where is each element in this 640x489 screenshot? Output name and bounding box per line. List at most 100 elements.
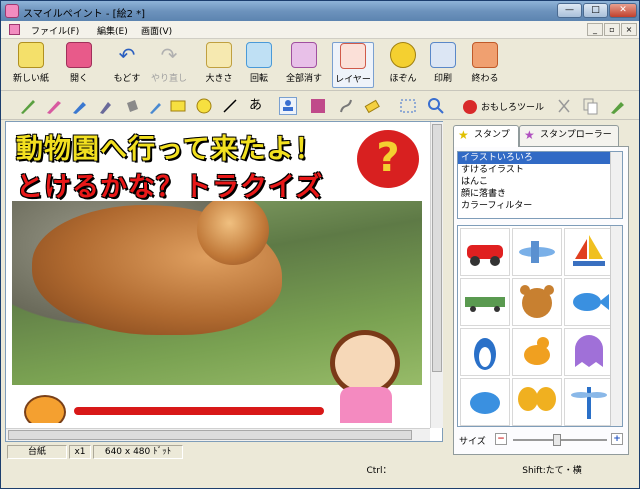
status-layer: 台紙 [7, 445, 67, 459]
undo-icon: ↶ [118, 43, 136, 67]
stamp-grid[interactable] [457, 225, 623, 427]
stamp-bluebird[interactable] [460, 378, 510, 426]
tab-stamp-roller[interactable]: ★ スタンプローラー [519, 125, 619, 146]
stamp-fish[interactable] [564, 278, 614, 326]
select-icon[interactable] [399, 97, 417, 115]
drawing-canvas[interactable]: 動物園へ行って来たよ！ とけるかな？トラクイズ ? [12, 125, 422, 423]
marker-icon[interactable] [71, 97, 89, 115]
picture-stamp-icon[interactable] [309, 97, 327, 115]
tiger-stamp [24, 395, 66, 423]
resize-icon [206, 42, 232, 68]
list-scrollbar[interactable] [610, 152, 622, 218]
app-icon [5, 4, 19, 18]
zoom-icon[interactable] [427, 97, 445, 115]
grid-scrollbar[interactable] [610, 226, 622, 426]
menu-edit[interactable]: 編集(E) [97, 24, 128, 37]
clear-all-button[interactable]: 全部消す [281, 42, 327, 88]
scroll-thumb[interactable] [432, 124, 442, 372]
list-item[interactable]: 顔に落書き [458, 188, 622, 200]
maximize-button[interactable]: □ [583, 3, 608, 18]
scroll-thumb[interactable] [8, 430, 412, 440]
tab-stamp[interactable]: ★ スタンプ [453, 125, 519, 147]
open-icon [66, 42, 92, 68]
layer-button[interactable]: レイヤー [332, 42, 374, 88]
rectangle-icon[interactable] [169, 97, 187, 115]
star-icon: ★ [458, 128, 469, 142]
menu-file[interactable]: ファイル(F) [31, 24, 79, 37]
status-shift: Shift:たて・横 [522, 466, 582, 476]
stamp-bear[interactable] [512, 278, 562, 326]
star-icon: ★ [524, 128, 535, 142]
status-ctrl: Ctrl： [366, 466, 392, 476]
app-window: スマイルペイント - [絵2 *] — □ ✕ ファイル(F) 編集(E) 画面… [0, 0, 640, 489]
category-list[interactable]: イラストいろいろ すけるイラスト はんこ 顔に落書き カラーフィルター [457, 151, 623, 219]
clear-all-icon [291, 42, 317, 68]
save-icon [390, 42, 416, 68]
fun-tool-button[interactable]: おもしろツール [481, 100, 544, 113]
tiger-head [197, 195, 269, 265]
ellipse-icon[interactable] [195, 97, 213, 115]
stamp-tool-icon[interactable] [279, 97, 297, 115]
text-tool-icon[interactable]: あ [249, 97, 267, 115]
mdi-restore-button[interactable]: ▫ [604, 23, 620, 36]
spray-icon[interactable] [97, 97, 115, 115]
save-button[interactable]: ほぞん [385, 42, 421, 88]
apple-icon [461, 97, 479, 115]
red-crayon-line [74, 407, 324, 415]
list-item[interactable]: カラーフィルター [458, 200, 622, 212]
stamp-orange-bird[interactable] [512, 328, 562, 376]
rotate-icon [246, 42, 272, 68]
stamp-train[interactable] [460, 278, 510, 326]
vertical-scrollbar[interactable] [430, 122, 443, 428]
main-toolbar: 新しい紙 開く ↶ もどす ↷ やり直し 大きさ 回転 全部消す レイヤー ほぞん … [1, 39, 639, 91]
rotate-button[interactable]: 回転 [241, 42, 277, 88]
paste-icon[interactable] [609, 97, 627, 115]
stamp-ghost[interactable] [564, 328, 614, 376]
cut-icon[interactable] [555, 97, 573, 115]
new-paper-button[interactable]: 新しい紙 [11, 42, 51, 88]
print-button[interactable]: 印刷 [425, 42, 461, 88]
stamp-car[interactable] [460, 228, 510, 276]
stamp-penguin[interactable] [460, 328, 510, 376]
menu-bar: ファイル(F) 編集(E) 画面(V) _ ▫ × [1, 21, 639, 39]
status-bar: 台紙 x1 640 x 480 ﾄﾞｯﾄ Ctrl： Shift:たて・横 [1, 441, 640, 489]
title-line-1: 動物園へ行って来たよ！ [16, 134, 323, 165]
girl-dress-stamp [340, 387, 392, 423]
minimize-button[interactable]: — [557, 3, 582, 18]
open-button[interactable]: 開く [59, 42, 99, 88]
print-icon [430, 42, 456, 68]
pencil-icon[interactable] [19, 97, 37, 115]
status-zoom: x1 [69, 445, 91, 459]
brush-icon[interactable] [45, 97, 63, 115]
horizontal-scrollbar[interactable] [6, 428, 430, 441]
mdi-close-button[interactable]: × [621, 23, 637, 36]
stamp-butterfly[interactable] [512, 378, 562, 426]
question-bubble: ? [357, 130, 419, 188]
list-item[interactable]: はんこ [458, 176, 622, 188]
list-item[interactable]: イラストいろいろ [458, 152, 622, 164]
fill-bucket-icon[interactable] [123, 97, 141, 115]
eraser-icon[interactable] [363, 97, 381, 115]
list-item[interactable]: すけるイラスト [458, 164, 622, 176]
mdi-minimize-button[interactable]: _ [587, 23, 603, 36]
copy-icon[interactable] [581, 97, 599, 115]
eyedropper-icon[interactable] [147, 97, 165, 115]
stamp-airplane[interactable] [512, 228, 562, 276]
title-line-2: とけるかな？トラクイズ [16, 172, 324, 203]
close-button[interactable]: ✕ [609, 3, 637, 18]
exit-button[interactable]: 終わる [467, 42, 503, 88]
exit-icon [472, 42, 498, 68]
line-icon[interactable] [221, 97, 239, 115]
layer-icon [340, 43, 366, 69]
menu-view[interactable]: 画面(V) [141, 24, 172, 37]
stamp-dragonfly[interactable] [564, 378, 614, 426]
smudge-icon[interactable] [337, 97, 355, 115]
stamp-sailboat[interactable] [564, 228, 614, 276]
new-paper-icon [18, 42, 44, 68]
title-bar[interactable]: スマイルペイント - [絵2 *] — □ ✕ [1, 1, 639, 21]
redo-button[interactable]: ↷ やり直し [149, 42, 189, 88]
undo-button[interactable]: ↶ もどす [105, 42, 149, 88]
doc-icon [9, 24, 20, 35]
resize-button[interactable]: 大きさ [199, 42, 239, 88]
canvas-area[interactable]: 動物園へ行って来たよ！ とけるかな？トラクイズ ? [5, 121, 443, 442]
